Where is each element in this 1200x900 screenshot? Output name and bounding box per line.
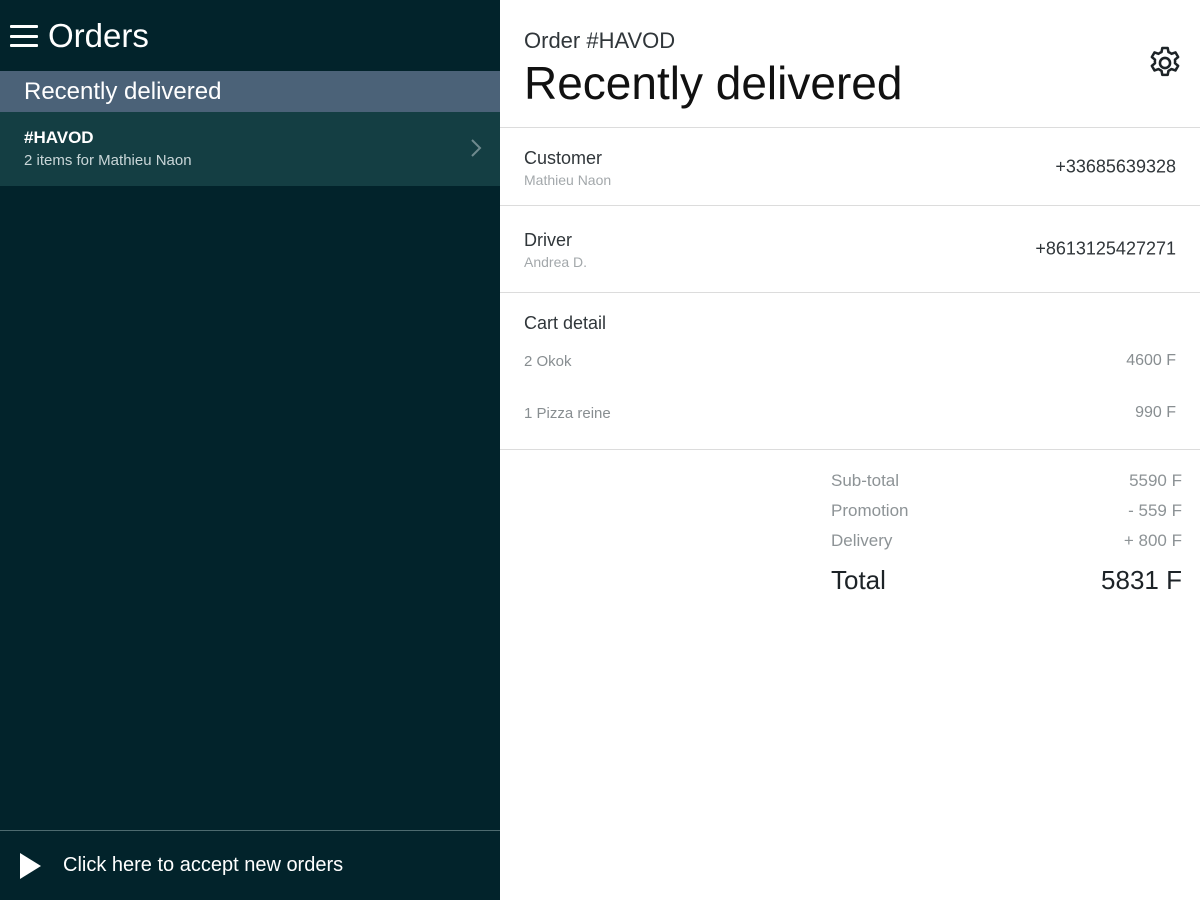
order-detail-panel: Order #HAVOD Recently delivered Customer… (500, 0, 1200, 900)
accept-new-orders-button[interactable]: Click here to accept new orders (0, 830, 500, 900)
detail-header: Order #HAVOD Recently delivered (500, 0, 1200, 128)
hamburger-menu-icon[interactable] (10, 25, 38, 47)
order-list-item[interactable]: #HAVOD 2 items for Mathieu Naon (0, 112, 500, 186)
order-id: #HAVOD (24, 128, 94, 147)
order-summary: 2 items for Mathieu Naon (24, 152, 192, 169)
cart-item: 1 Pizza reine 990 F (524, 387, 1176, 439)
total-label: Total (831, 564, 886, 595)
cart-item-name: 1 Pizza reine (524, 404, 611, 422)
order-totals: Sub-total 5590 F Promotion - 559 F Deliv… (831, 466, 1182, 600)
chevron-right-icon (471, 139, 482, 157)
subtotal-row: Sub-total 5590 F (831, 466, 1182, 496)
order-number-label: Order #HAVOD (524, 28, 676, 53)
promotion-row: Promotion - 559 F (831, 496, 1182, 526)
section-header-label: Recently delivered (24, 77, 222, 105)
total-row: Total 5831 F (831, 560, 1182, 600)
subtotal-label: Sub-total (831, 471, 900, 490)
section-header-recently-delivered: Recently delivered (0, 71, 500, 112)
delivery-row: Delivery + 800 F (831, 526, 1182, 556)
gear-icon[interactable] (1146, 44, 1184, 82)
subtotal-value: 5590 F (1129, 471, 1182, 490)
orders-sidebar: Orders Recently delivered #HAVOD 2 items… (0, 0, 500, 900)
cart-detail-title: Cart detail (524, 313, 607, 333)
cart-item-price: 4600 F (1126, 352, 1176, 369)
cart-item-name: 2 Okok (524, 352, 572, 370)
customer-phone[interactable]: +33685639328 (1055, 156, 1176, 177)
promotion-label: Promotion (831, 501, 909, 520)
cart-item-price: 990 F (1135, 404, 1176, 421)
accept-new-orders-label: Click here to accept new orders (63, 854, 344, 876)
delivery-value: + 800 F (1123, 531, 1182, 550)
app-title: Orders (48, 17, 149, 54)
driver-row[interactable]: Driver Andrea D. +8613125427271 (500, 206, 1200, 293)
detail-title: Recently delivered (524, 57, 903, 109)
cart-item: 2 Okok 4600 F (524, 335, 1176, 387)
play-icon (20, 852, 41, 879)
customer-row[interactable]: Customer Mathieu Naon +33685639328 (500, 128, 1200, 206)
total-value: 5831 F (1101, 564, 1182, 595)
driver-phone[interactable]: +8613125427271 (1035, 239, 1176, 260)
sidebar-topbar: Orders (0, 0, 500, 72)
cart-detail: Cart detail 2 Okok 4600 F 1 Pizza reine … (500, 293, 1200, 450)
promotion-value: - 559 F (1128, 501, 1182, 520)
delivery-label: Delivery (831, 531, 893, 550)
